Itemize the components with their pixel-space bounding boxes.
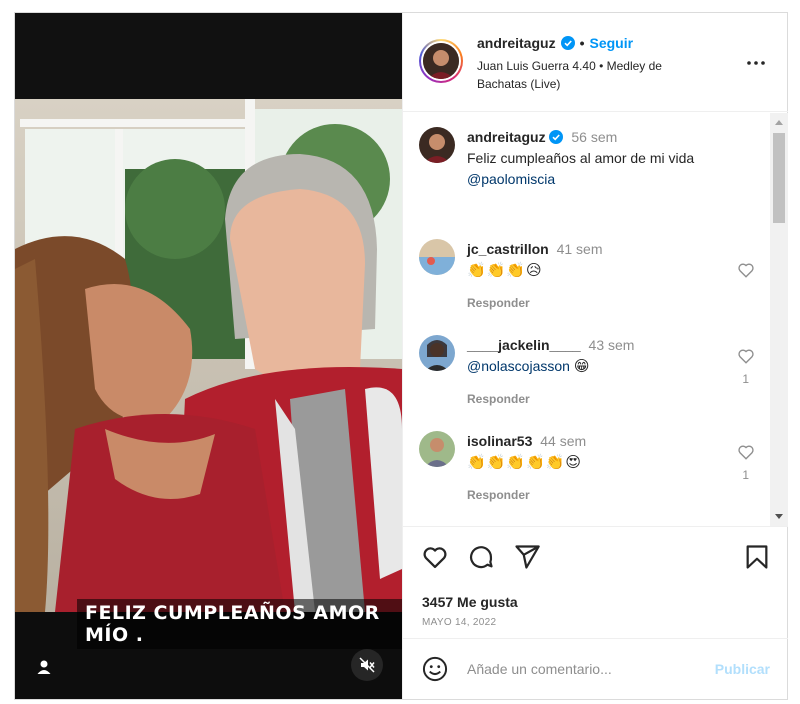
comment-text: 😁 bbox=[573, 357, 591, 375]
comment-time[interactable]: 41 sem bbox=[557, 241, 603, 257]
reply-button[interactable]: Responder bbox=[467, 485, 737, 506]
reply-button[interactable]: Responder bbox=[467, 389, 737, 410]
caption-mention[interactable]: @paolomiscia bbox=[467, 171, 555, 187]
verified-badge-icon bbox=[549, 129, 564, 144]
scroll-up-arrow-icon[interactable] bbox=[775, 120, 783, 125]
comments-list[interactable]: andreitaguz 56 sem Feliz cumpleaños al a… bbox=[403, 113, 788, 526]
verified-badge-icon bbox=[560, 36, 575, 50]
post-side-panel: andreitaguz • Seguir Juan Luis Guerra 4.… bbox=[402, 13, 788, 699]
post-actions: 3457 Me gusta MAYO 14, 2022 bbox=[403, 526, 788, 638]
comment-like-count: 1 bbox=[742, 372, 749, 386]
comment-time[interactable]: 44 sem bbox=[540, 433, 586, 449]
comment-username[interactable]: ____jackelin____ bbox=[467, 337, 581, 353]
video-caption-overlay: FELIZ CUMPLEAÑOS AMOR MÍO . bbox=[77, 599, 402, 649]
avatar[interactable] bbox=[419, 239, 455, 275]
comment-input[interactable] bbox=[467, 655, 697, 683]
bookmark-icon[interactable] bbox=[743, 543, 771, 571]
comment-time[interactable]: 43 sem bbox=[589, 337, 635, 353]
comment-mention[interactable]: @nolascojasson bbox=[467, 358, 570, 374]
follow-button[interactable]: Seguir bbox=[589, 35, 633, 51]
caption-text: Feliz cumpleaños al amor de mi vida bbox=[467, 150, 695, 166]
publish-button[interactable]: Publicar bbox=[715, 661, 770, 677]
header-username[interactable]: andreitaguz bbox=[477, 35, 556, 51]
post-photo bbox=[15, 99, 402, 612]
post-media[interactable]: FELIZ CUMPLEAÑOS AMOR MÍO . bbox=[15, 13, 402, 699]
separator-dot: • bbox=[579, 35, 585, 51]
media-letterbox-top bbox=[15, 13, 402, 99]
avatar bbox=[423, 43, 459, 79]
more-options-icon[interactable] bbox=[744, 51, 768, 75]
comment-icon[interactable] bbox=[467, 543, 495, 571]
comment-username[interactable]: jc_castrillon bbox=[467, 241, 549, 257]
reply-button[interactable]: Responder bbox=[467, 293, 737, 314]
comment-like-heart-icon[interactable] bbox=[737, 347, 755, 365]
post-dialog: FELIZ CUMPLEAÑOS AMOR MÍO . andreitaguz … bbox=[14, 12, 788, 700]
caption-username[interactable]: andreitaguz bbox=[467, 129, 546, 145]
avatar[interactable] bbox=[419, 335, 455, 371]
mute-button[interactable] bbox=[351, 649, 383, 681]
story-ring-avatar[interactable] bbox=[419, 39, 463, 83]
avatar[interactable] bbox=[419, 431, 455, 467]
comment-like-count: 1 bbox=[742, 468, 749, 482]
likes-count[interactable]: 3457 Me gusta bbox=[422, 594, 518, 610]
caption-time[interactable]: 56 sem bbox=[571, 129, 617, 145]
comment-username[interactable]: isolinar53 bbox=[467, 433, 532, 449]
share-icon[interactable] bbox=[513, 543, 541, 571]
muted-speaker-icon bbox=[359, 657, 375, 673]
comments-scrollbar[interactable] bbox=[770, 113, 788, 526]
post-header: andreitaguz • Seguir Juan Luis Guerra 4.… bbox=[403, 13, 788, 112]
scroll-thumb[interactable] bbox=[773, 133, 785, 223]
comment-text: 👏👏👏👏👏😍 bbox=[467, 453, 583, 471]
comment-like-heart-icon[interactable] bbox=[737, 261, 755, 279]
comment-like-heart-icon[interactable] bbox=[737, 443, 755, 461]
user-tag-icon[interactable] bbox=[35, 658, 53, 676]
audio-track-link[interactable]: Juan Luis Guerra 4.40 • Medley de Bachat… bbox=[477, 57, 707, 93]
emoji-icon[interactable] bbox=[421, 655, 449, 683]
avatar[interactable] bbox=[419, 127, 455, 163]
heart-icon[interactable] bbox=[421, 543, 449, 571]
comment-text: 👏👏👏😥 bbox=[467, 261, 543, 279]
post-date: MAYO 14, 2022 bbox=[422, 617, 497, 628]
scroll-down-arrow-icon[interactable] bbox=[775, 514, 783, 519]
add-comment-bar: Publicar bbox=[403, 638, 788, 699]
